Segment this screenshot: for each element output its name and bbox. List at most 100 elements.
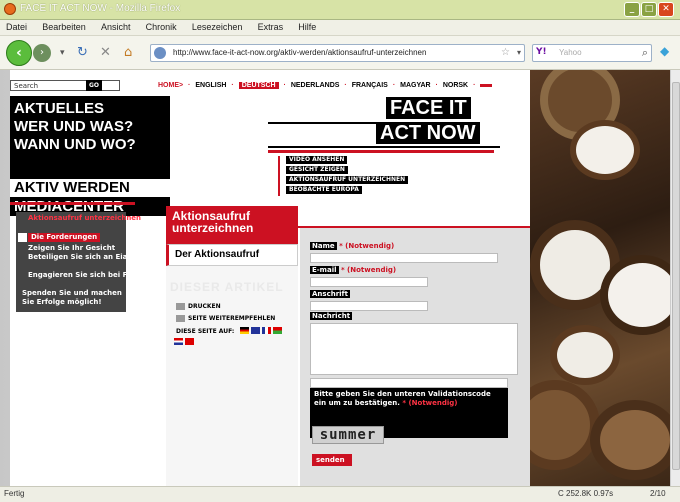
der-aktionsaufruf-link[interactable]: Der Aktionsaufruf	[166, 244, 298, 266]
navigation-toolbar: ‹ › ▾ ↻ ✕ ⌂ http://www.face-it-act-now.o…	[0, 36, 680, 70]
link-aktionsaufruf-unterzeichnen[interactable]: AKTIONSAUFRUF UNTERZEICHNEN	[286, 176, 409, 184]
addon-icon[interactable]: ◆	[660, 44, 674, 62]
nav-divider	[10, 202, 135, 205]
window-title: FACE IT ACT NOW - Mozilla Firefox	[20, 3, 181, 14]
link-gesicht-zeigen[interactable]: GESICHT ZEIGEN	[286, 166, 348, 174]
lang-nederlands[interactable]: NEDERLANDS	[291, 82, 340, 89]
address-field[interactable]	[310, 301, 428, 311]
lang-english[interactable]: ENGLISH	[195, 82, 226, 89]
status-bar: Fertig C 252.8K 0.97s 2/10	[0, 486, 680, 502]
site-search-go-button[interactable]: GO	[86, 80, 102, 91]
coconut-photo	[530, 70, 680, 486]
subnav-zeigen[interactable]: Zeigen Sie Ihr Gesicht	[28, 244, 115, 253]
subnav-marker	[18, 233, 27, 242]
nav-wer-und-was[interactable]: WER UND WAS?	[14, 118, 133, 135]
subnav-heading-1[interactable]: Aktionsaufruf unterzeichnen	[28, 214, 141, 223]
logo-red-rule	[268, 150, 494, 153]
page-title: Aktionsaufruf unterzeichnen	[166, 206, 298, 244]
recommend-link[interactable]: SEITE WEITEREMPFEHLEN	[176, 314, 275, 323]
lang-more-icon	[480, 83, 493, 87]
search-engine-icon[interactable]: Y!	[536, 47, 547, 57]
menu-bar: Datei Bearbeiten Ansicht Chronik Lesezei…	[0, 20, 680, 36]
printer-icon	[176, 303, 185, 310]
lang-deutsch[interactable]: DEUTSCH	[238, 82, 279, 89]
menu-ansicht[interactable]: Ansicht	[101, 20, 131, 35]
status-text: Fertig	[4, 489, 25, 498]
search-box[interactable]: Y! Yahoo ⌕	[532, 44, 652, 62]
bookmark-star-icon[interactable]: ☆	[501, 47, 510, 58]
logo-line	[268, 122, 378, 124]
subnav-die-forderungen[interactable]: Die Forderungen	[28, 233, 101, 242]
nav-wann-und-wo[interactable]: WANN UND WO?	[14, 136, 136, 153]
subnav-beteiligen[interactable]: Beteiligen Sie sich an Eiaktionen	[28, 253, 157, 262]
menu-datei[interactable]: Datei	[6, 20, 27, 35]
email-field[interactable]	[310, 277, 428, 287]
scrollbar-thumb[interactable]	[672, 82, 680, 470]
share-on-label: DIESE SEITE AUF:	[176, 328, 235, 335]
captcha-field[interactable]	[310, 378, 508, 388]
link-beobachte-europa[interactable]: BEOBACHTE EUROPA	[286, 186, 362, 194]
home-icon[interactable]: ⌂	[124, 45, 132, 61]
nav-aktiv-werden[interactable]: AKTIV WERDEN	[14, 179, 130, 196]
link-video-ansehen[interactable]: VIDEO ANSEHEN	[286, 156, 348, 164]
history-dropdown-icon[interactable]: ▾	[60, 45, 65, 61]
vertical-scrollbar[interactable]	[670, 70, 680, 486]
forward-button[interactable]: ›	[33, 44, 51, 62]
nav-aktiv-werden-active[interactable]: AKTIV WERDEN	[10, 179, 170, 197]
search-icon[interactable]: ⌕	[642, 46, 648, 60]
close-button[interactable]: ✕	[658, 2, 674, 17]
window-titlebar: FACE IT ACT NOW - Mozilla Firefox _ □ ✕	[0, 0, 680, 20]
uk-flag-icon[interactable]	[251, 327, 260, 334]
site-identity-icon[interactable]	[154, 47, 166, 59]
hungarian-flag-icon[interactable]	[273, 327, 282, 334]
back-button[interactable]: ‹	[6, 40, 32, 66]
menu-chronik[interactable]: Chronik	[146, 20, 177, 35]
menu-bearbeiten[interactable]: Bearbeiten	[42, 20, 86, 35]
menu-hilfe[interactable]: Hilfe	[298, 20, 316, 35]
german-flag-icon[interactable]	[240, 327, 249, 334]
site-search-label: Search	[14, 82, 39, 90]
dutch-flag-icon[interactable]	[174, 338, 183, 345]
minimize-button[interactable]: _	[624, 2, 640, 17]
message-label: Nachricht	[310, 312, 353, 320]
firefox-icon	[4, 3, 16, 15]
subnav-engagieren[interactable]: Engagieren Sie sich bei FIAN	[28, 271, 141, 280]
stop-icon[interactable]: ✕	[100, 45, 111, 61]
french-flag-icon[interactable]	[262, 327, 271, 334]
name-field[interactable]	[310, 253, 498, 263]
message-field[interactable]	[310, 323, 518, 375]
email-label: E-mail * (Notwendig)	[310, 266, 397, 274]
quick-links: VIDEO ANSEHEN GESICHT ZEIGEN AKTIONSAUFR…	[278, 156, 409, 196]
reload-icon[interactable]: ↻	[77, 45, 88, 61]
lang-norsk[interactable]: NORSK	[443, 82, 468, 89]
logo-underline	[268, 146, 500, 148]
menu-lesezeichen[interactable]: Lesezeichen	[192, 20, 243, 35]
url-bar[interactable]: http://www.face-it-act-now.org/aktiv-wer…	[150, 44, 525, 62]
site-search-input[interactable]: Search	[10, 80, 120, 91]
print-link[interactable]: DRUCKEN	[176, 302, 221, 311]
menu-extras[interactable]: Extras	[258, 20, 284, 35]
nav-aktuelles[interactable]: AKTUELLES	[14, 100, 104, 117]
language-bar: HOME> · ENGLISH · DEUTSCH · NEDERLANDS ·…	[158, 82, 493, 92]
status-pages: 2/10	[650, 489, 666, 498]
page-viewport: Search GO AKTUELLES WER UND WAS? WANN UN…	[0, 70, 680, 486]
logo-act-now[interactable]: ACT NOW	[376, 122, 480, 144]
maximize-button[interactable]: □	[641, 2, 657, 17]
name-label: Name * (Notwendig)	[310, 242, 395, 250]
lang-magyar[interactable]: MAGYAR	[400, 82, 430, 89]
lang-home[interactable]: HOME>	[158, 82, 183, 89]
submit-button[interactable]: senden	[312, 454, 352, 466]
url-text[interactable]: http://www.face-it-act-now.org/aktiv-wer…	[173, 48, 426, 57]
lang-francais[interactable]: FRANÇAIS	[352, 82, 388, 89]
subnav-spenden[interactable]: Spenden Sie und machen Sie Erfolge mögli…	[22, 289, 126, 307]
captcha-image: summer	[312, 426, 384, 444]
print-label[interactable]: DRUCKEN	[188, 303, 221, 310]
logo-face-it[interactable]: FACE IT	[386, 97, 471, 119]
sub-navigation: Aktionsaufruf unterzeichnen Die Forderun…	[16, 212, 157, 312]
status-info: C 252.8K 0.97s	[558, 489, 614, 498]
recommend-label[interactable]: SEITE WEITEREMPFEHLEN	[188, 315, 275, 322]
search-input[interactable]: Yahoo	[559, 48, 582, 57]
norwegian-flag-icon[interactable]	[185, 338, 194, 345]
url-dropdown-icon[interactable]: ▾	[517, 48, 521, 57]
dieser-artikel-heading: DIESER ARTIKEL	[170, 280, 284, 294]
